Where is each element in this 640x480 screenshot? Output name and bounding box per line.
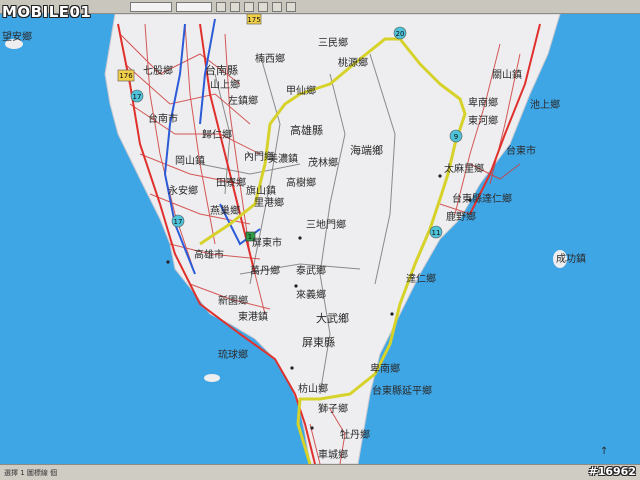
label-qiding: 七股鄉 — [143, 64, 173, 77]
label-mudan: 牡丹鄉 — [340, 428, 370, 441]
svg-text:20: 20 — [396, 30, 405, 38]
status-bar: 選擇 1 圖標線 個 — [0, 464, 640, 480]
map-canvas[interactable]: 175 176 17 17 20 9 11 1 望安鄉 台南縣 楠西鄉 山上鄉 … — [0, 13, 640, 465]
label-kaohsiung-county: 高雄縣 — [290, 123, 323, 137]
svg-text:17: 17 — [133, 93, 142, 101]
label-fuli: 關山鎮 — [492, 68, 522, 81]
label-jiaxian: 甲仙鄉 — [286, 84, 316, 97]
label-liuqiu: 琉球鄉 — [218, 348, 248, 361]
route-shield-17-south: 17 — [171, 214, 185, 228]
toolbar-button-6[interactable] — [286, 1, 296, 12]
toolbar-button-4[interactable] — [258, 1, 268, 12]
compass-icon: ↑ — [600, 446, 608, 457]
label-pingtung-county: 屏東縣 — [302, 336, 335, 349]
label-yanchao: 燕巢鄉 — [210, 204, 240, 217]
svg-text:9: 9 — [454, 133, 458, 141]
label-sanmin: 三民鄉 — [318, 36, 348, 49]
label-pingtung-city: 屏東市 — [252, 236, 282, 249]
label-yongan: 永安鄉 — [168, 184, 198, 197]
label-qishan: 旗山鎮 — [246, 184, 276, 197]
label-tianliao: 田寮鄉 — [216, 176, 246, 189]
label-gaoshu: 高樹鄉 — [286, 176, 316, 189]
route-shield-175: 175 — [246, 13, 262, 25]
label-shizi: 獅子鄉 — [318, 402, 348, 415]
liuqiu-island — [204, 374, 220, 382]
label-xingyuan: 新園鄉 — [218, 294, 248, 307]
toolbar-button-3[interactable] — [244, 1, 254, 12]
label-shangshan: 山上鄉 — [210, 78, 240, 91]
label-donghe: 台東市 — [506, 144, 536, 157]
label-sandimen: 三地門鄉 — [306, 218, 346, 231]
route-shield-176: 176 — [117, 69, 135, 82]
label-maolin: 茂林鄉 — [308, 156, 338, 169]
label-beinan: 鹿野鄉 — [446, 210, 476, 223]
label-lyudao: 成功鎮 — [556, 252, 586, 265]
svg-text:175: 175 — [247, 16, 260, 24]
label-tainan-city: 台南市 — [148, 112, 178, 125]
label-taoyuan: 桃源鄉 — [338, 56, 368, 69]
toolbar — [0, 0, 640, 14]
route-shield-17-north: 17 — [130, 89, 144, 103]
image-id-tag: #16962 — [588, 465, 637, 478]
label-taiwu: 泰武鄉 — [296, 264, 326, 277]
label-laiyi: 來義鄉 — [296, 288, 326, 301]
label-guanshan: 東河鄉 — [468, 114, 498, 127]
label-luye: 太麻里鄉 — [444, 162, 484, 175]
toolbar-combo-2[interactable] — [176, 1, 212, 12]
toolbar-button-5[interactable] — [272, 1, 282, 12]
label-wangan: 望安鄉 — [2, 30, 32, 43]
svg-text:17: 17 — [174, 218, 183, 226]
label-taitung-yanping: 海端鄉 — [350, 143, 383, 157]
label-nanxi: 楠西鄉 — [255, 52, 285, 65]
toolbar-button-1[interactable] — [216, 1, 226, 12]
label-chenggong: 池上鄉 — [530, 98, 560, 111]
label-lipu: 里港鄉 — [254, 196, 284, 209]
label-chishang: 卑南鄉 — [468, 96, 498, 109]
label-tainan-county: 台南縣 — [205, 63, 238, 77]
route-shield-9: 9 — [449, 129, 463, 143]
label-checheng: 車城鄉 — [318, 448, 348, 461]
label-meinong: 美濃鎮 — [268, 152, 298, 165]
svg-text:176: 176 — [119, 72, 133, 80]
svg-text:11: 11 — [432, 229, 441, 237]
label-taitung-daren: 大武鄉 — [316, 311, 349, 325]
label-fangshan: 枋山鄉 — [298, 382, 328, 395]
watermark-logo: MOBILE01 — [2, 1, 91, 23]
watermark-text: MOBILE01 — [2, 3, 92, 21]
label-guiren: 歸仁鄉 — [202, 128, 232, 141]
label-taimali: 達仁鄉 — [406, 272, 436, 285]
toolbar-button-2[interactable] — [230, 1, 240, 12]
toolbar-combo-1[interactable] — [130, 1, 172, 12]
label-zuozhen: 左鎮鄉 — [228, 94, 258, 107]
label-gangshan: 岡山鎮 — [175, 154, 205, 167]
status-left: 選擇 1 圖標線 個 — [4, 468, 58, 477]
label-donggang: 東港鎮 — [238, 310, 268, 323]
label-wanan: 萬丹鄉 — [250, 264, 280, 277]
map-view[interactable]: 175 176 17 17 20 9 11 1 望安鄉 台南縣 楠西鄉 山上鄉 … — [0, 13, 640, 465]
label-dawu: 卑南鄉 — [370, 362, 400, 375]
route-shield-20: 20 — [393, 26, 407, 40]
label-kaohsiung-city: 高雄市 — [194, 248, 224, 261]
label-daren: 台東縣延平鄉 — [372, 384, 432, 397]
label-taitung-city: 台東縣達仁鄉 — [452, 192, 512, 205]
route-shield-11: 11 — [429, 225, 443, 239]
screen: 175 176 17 17 20 9 11 1 望安鄉 台南縣 楠西鄉 山上鄉 … — [0, 0, 640, 480]
